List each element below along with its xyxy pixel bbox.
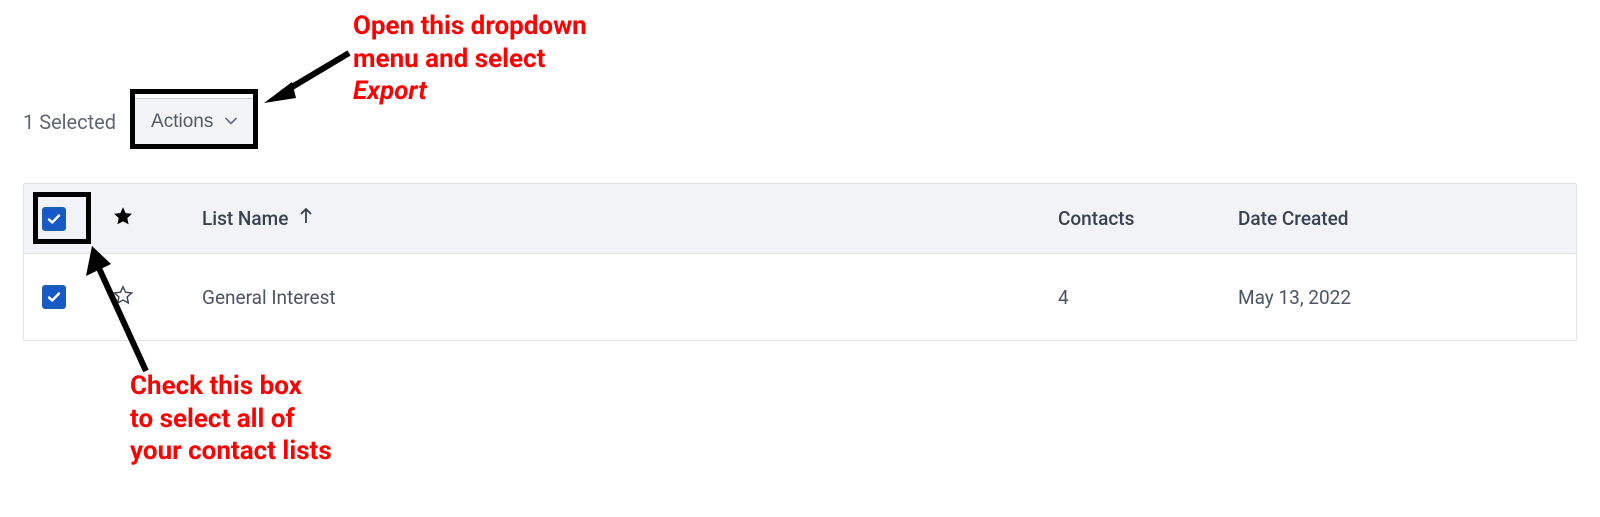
annotation-text-line: your contact lists [130,435,450,468]
annotation-text-line: Open this dropdown [353,10,653,43]
select-all-checkbox[interactable] [42,207,66,231]
contacts-header-label: Contacts [1058,207,1134,230]
actions-label: Actions [151,111,213,133]
toolbar: 1 Selected Actions [23,98,258,146]
chevron-down-icon [225,111,237,133]
sort-ascending-icon [298,207,314,230]
list-name-cell: General Interest [202,286,336,309]
list-name-header-label: List Name [202,207,288,230]
annotation-select-all-instruction: Check this box to select all of your con… [130,370,450,468]
contacts-column-header[interactable]: Contacts [1058,207,1238,230]
contact-lists-table: List Name Contacts Date Created General … [23,183,1577,341]
annotation-dropdown-instruction: Open this dropdown menu and select Expor… [353,10,653,108]
contacts-cell: 4 [1058,286,1069,309]
date-created-header-label: Date Created [1238,207,1348,230]
actions-dropdown-button[interactable]: Actions [130,98,258,146]
annotation-arrow-icon [264,48,354,112]
annotation-text-line: menu and select [353,43,653,76]
annotation-text-emphasis: Export [353,75,653,108]
annotation-arrow-icon [86,246,166,380]
row-checkbox[interactable] [42,285,66,309]
table-header-row: List Name Contacts Date Created [24,184,1576,254]
list-name-column-header[interactable]: List Name [202,207,1058,230]
date-created-cell: May 13, 2022 [1238,286,1351,309]
date-created-column-header[interactable]: Date Created [1238,207,1558,230]
annotation-text-line: Check this box [130,370,450,403]
annotation-text-line: to select all of [130,403,450,436]
selected-count: 1 Selected [23,110,116,134]
table-row[interactable]: General Interest 4 May 13, 2022 [24,254,1576,340]
star-column-header-icon[interactable] [112,205,134,232]
